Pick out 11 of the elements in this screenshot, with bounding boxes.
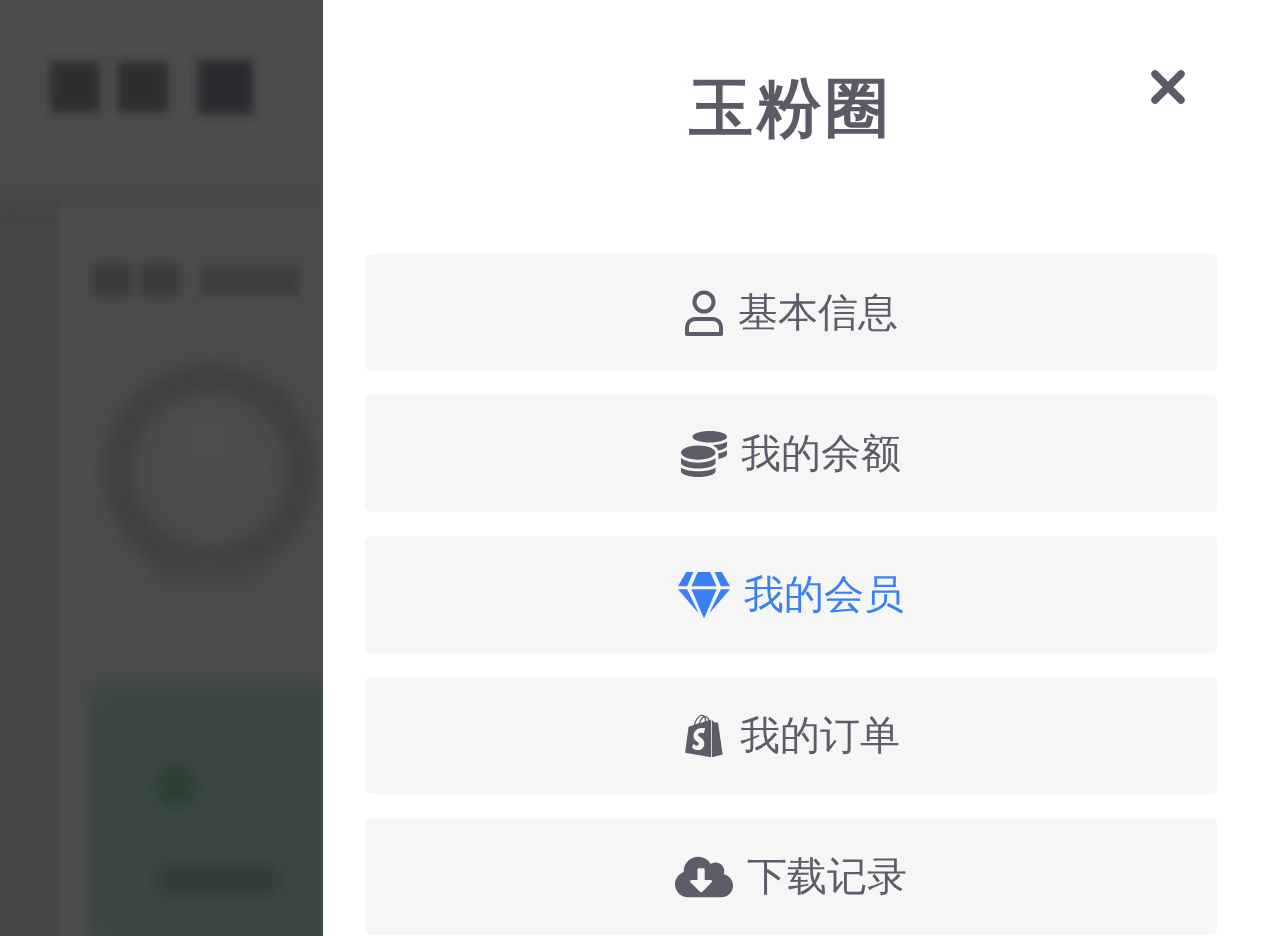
menu-item[interactable]: 我的余额 — [365, 395, 1217, 512]
coins-icon — [681, 430, 727, 477]
shopping-bag-icon — [682, 713, 726, 758]
menu-item[interactable]: 我的会员 — [365, 536, 1217, 653]
close-icon — [1149, 68, 1187, 106]
menu-item[interactable]: 我的订单 — [365, 677, 1217, 794]
close-button[interactable] — [1149, 68, 1187, 106]
menu-item[interactable]: 基本信息 — [365, 254, 1217, 371]
user-icon — [684, 289, 724, 336]
drawer-title: 玉粉圈 — [689, 70, 893, 147]
menu-item[interactable]: 下载记录 — [365, 818, 1217, 935]
